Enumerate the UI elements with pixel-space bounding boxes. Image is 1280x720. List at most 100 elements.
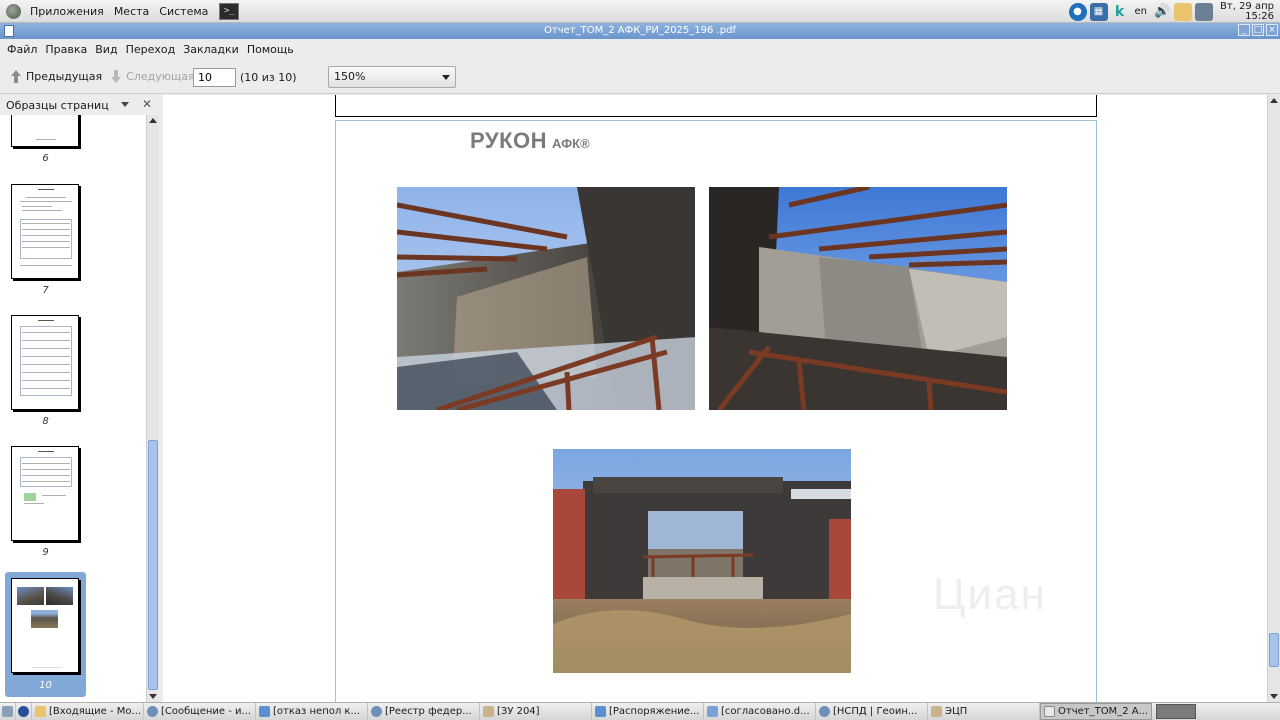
task-ecp-folder[interactable]: ЭЦП <box>928 703 1040 720</box>
rukon-logo: РУКОН АФК® <box>470 128 590 154</box>
task-approved-doc[interactable]: [согласовано.d... <box>704 703 816 720</box>
folder-icon <box>931 706 942 717</box>
scroll-up-icon[interactable] <box>149 118 157 123</box>
window-title: Отчет_ТОМ_2 АФК_РИ_2025_196 .pdf <box>544 25 736 36</box>
task-label: [Реестр федер... <box>385 706 472 717</box>
sidebar-close-icon[interactable]: ✕ <box>142 97 152 111</box>
document-view[interactable]: РУКОН АФК® Циан <box>163 95 1267 702</box>
zoom-value: 150% <box>334 70 366 83</box>
thumbnail-page-9[interactable]: 9 <box>5 446 86 558</box>
sidebar-scrollbar[interactable] <box>146 115 159 702</box>
page-number-input[interactable] <box>193 68 236 87</box>
photo-burned-building-exterior <box>553 449 851 673</box>
panel-menu-applications[interactable]: Приложения <box>25 0 109 23</box>
task-zu-204[interactable]: [ЗУ 204] <box>480 703 592 720</box>
clock[interactable]: Вт, 29 апр 15:26 <box>1220 0 1274 22</box>
menu-view[interactable]: Вид <box>91 39 121 60</box>
thumbnail-label: 10 <box>39 680 52 691</box>
writer-doc-icon <box>595 706 606 717</box>
toolbar: Предыдущая Следующая <box>0 60 1280 94</box>
writer-doc-icon <box>259 706 270 717</box>
task-label: [НСПД | Геоин... <box>833 706 918 717</box>
scroll-up-icon[interactable] <box>1270 98 1278 103</box>
thumbnail-image <box>11 115 79 147</box>
yandex-browser-icon <box>18 706 29 717</box>
sidebar-mode-dropdown-icon[interactable] <box>121 102 129 107</box>
task-label: [ЗУ 204] <box>497 706 540 717</box>
previous-page-bottom <box>335 95 1097 117</box>
logo-sub-text: АФК® <box>552 136 590 151</box>
sidebar-scroll-thumb[interactable] <box>148 440 158 690</box>
yandex-launcher-button[interactable] <box>16 703 32 720</box>
task-label: ЭЦП <box>945 706 968 717</box>
task-label: [отказ непол к... <box>273 706 361 717</box>
photo-burned-attic-right <box>709 187 1007 410</box>
task-label: [Распоряжение... <box>609 706 700 717</box>
page-count: (10 из 10) <box>240 71 297 84</box>
thumbnail-page-10[interactable]: 10 <box>5 572 86 697</box>
task-label: [согласовано.d... <box>721 706 810 717</box>
top-panel: Приложения Места Система >_ ● ▦ k en 🔊 В… <box>0 0 1280 23</box>
task-label: [Сообщение - и... <box>161 706 252 717</box>
thumbnail-label: 6 <box>42 153 49 164</box>
volume-icon[interactable]: 🔊 <box>1153 3 1171 21</box>
thumbnail-page-6[interactable]: 6 <box>5 115 86 167</box>
thumbnail-page-7[interactable]: 7 <box>5 184 86 296</box>
document-scroll-thumb[interactable] <box>1269 633 1279 667</box>
workspace-switcher[interactable] <box>1156 704 1196 719</box>
scroll-down-icon[interactable] <box>1270 694 1278 699</box>
pdf-doc-icon <box>1044 706 1055 717</box>
task-order-doc[interactable]: [Распоряжение... <box>592 703 704 720</box>
window-menu-icon[interactable] <box>4 25 14 37</box>
thumbnail-image <box>11 446 79 541</box>
kaspersky-icon[interactable]: k <box>1111 3 1129 21</box>
terminal-icon[interactable]: >_ <box>219 2 240 20</box>
clipboard-icon[interactable] <box>1174 2 1193 21</box>
chevron-down-icon <box>442 75 450 80</box>
system-tray: ● ▦ k en 🔊 Вт, 29 апр 15:26 <box>1068 0 1280 23</box>
task-inbox[interactable]: [Входящие - Мо... <box>32 703 144 720</box>
clock-date: Вт, 29 апр <box>1220 0 1274 12</box>
gosuslugi-icon[interactable]: ● <box>1068 2 1087 21</box>
close-icon[interactable]: × <box>1266 24 1278 36</box>
maximize-icon[interactable]: □ <box>1252 24 1264 36</box>
task-message[interactable]: [Сообщение - и... <box>144 703 256 720</box>
task-report-pdf[interactable]: Отчет_ТОМ_2 А... <box>1040 703 1152 720</box>
panel-menu-places[interactable]: Места <box>109 0 154 23</box>
thumbnail-image <box>11 315 79 410</box>
network-computer-icon[interactable] <box>1195 2 1214 21</box>
menu-help[interactable]: Помощь <box>243 39 298 60</box>
thumbnail-image <box>11 184 79 279</box>
previous-page-button[interactable]: Предыдущая <box>6 64 106 90</box>
next-page-button[interactable]: Следующая <box>106 64 199 90</box>
window-titlebar[interactable]: Отчет_ТОМ_2 АФК_РИ_2025_196 .pdf _ □ × <box>0 23 1280 39</box>
zoom-select[interactable]: 150% <box>328 66 456 88</box>
show-desktop-button[interactable] <box>0 703 16 720</box>
arrow-down-icon <box>110 69 122 84</box>
minimize-icon[interactable]: _ <box>1238 24 1250 36</box>
panel-menus: Приложения Места Система >_ <box>0 0 240 23</box>
menu-bookmarks[interactable]: Закладки <box>179 39 243 60</box>
menubar: Файл Правка Вид Переход Закладки Помощь <box>0 39 1280 60</box>
gnome-logo-icon[interactable] <box>6 3 21 19</box>
task-label: [Входящие - Мо... <box>49 706 142 717</box>
task-federal-registry[interactable]: [Реестр федер... <box>368 703 480 720</box>
document-scrollbar[interactable] <box>1267 95 1280 702</box>
task-refusal-doc[interactable]: [отказ непол к... <box>256 703 368 720</box>
network-grid-icon[interactable]: ▦ <box>1089 2 1108 21</box>
scroll-down-icon[interactable] <box>149 694 157 699</box>
thumbnail-label: 8 <box>42 416 49 427</box>
menu-file[interactable]: Файл <box>3 39 41 60</box>
clock-time: 15:26 <box>1245 10 1274 22</box>
menu-edit[interactable]: Правка <box>41 39 91 60</box>
yandex-browser-icon <box>819 706 830 717</box>
panel-menu-system[interactable]: Система <box>154 0 213 23</box>
keyboard-layout-indicator[interactable]: en <box>1132 6 1151 17</box>
menu-go[interactable]: Переход <box>122 39 180 60</box>
photo-burned-attic-left <box>397 187 695 410</box>
yandex-browser-icon <box>371 706 382 717</box>
thumbnail-page-8[interactable]: 8 <box>5 315 86 427</box>
task-nspd[interactable]: [НСПД | Геоин... <box>816 703 928 720</box>
task-label: Отчет_ТОМ_2 А... <box>1058 706 1149 717</box>
folder-icon <box>483 706 494 717</box>
